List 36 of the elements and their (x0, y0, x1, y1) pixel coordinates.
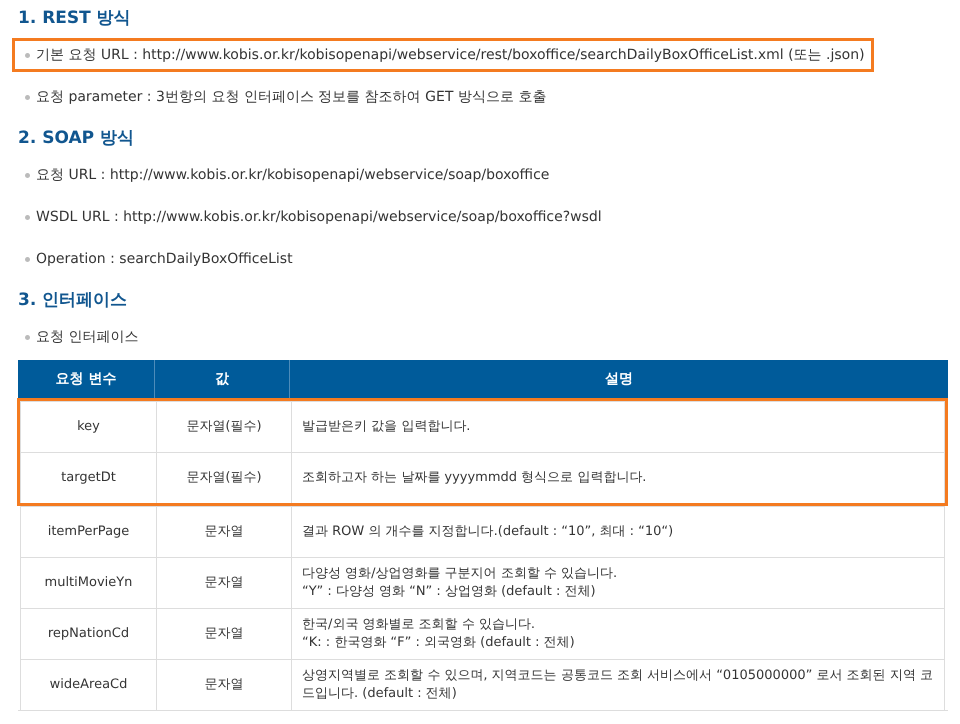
table-cell: multiMovieYn (20, 557, 157, 608)
table-cell: 발급받은키 값을 입력합니다. (292, 401, 945, 452)
bullet-text: WSDL URL : http://www.kobis.or.kr/kobisopenapi/webservice/soap/boxoffice?wsdl (36, 208, 602, 227)
table-cell: 문자열 (157, 506, 292, 557)
table-cell: 조회하고자 하는 날짜를 yyyymmdd 형식으로 입력합니다. (292, 452, 945, 503)
section-heading: 3. 인터페이스 (18, 289, 128, 312)
table-cell: 문자열 (157, 557, 292, 608)
table-cell: 문자열 (157, 659, 292, 710)
bullet-text: Operation : searchDailyBoxOfficeList (36, 250, 293, 269)
table-cell: 문자열 (157, 608, 292, 659)
bullet-icon (25, 256, 30, 262)
bullet-icon (25, 172, 30, 178)
column-header: 값 (155, 360, 290, 398)
table-cell: 한국/외국 영화별로 조회할 수 있습니다. “K: : 한국영화 “F” : 외국영화 (default : 전체) (292, 608, 945, 659)
bullet-text: 요청 parameter : 3번항의 요청 인터페이스 정보를 참조하여 GET 방식으로 호출 (36, 88, 546, 107)
table-cell: targetDt (20, 452, 157, 503)
column-header: 요청 변수 (18, 360, 155, 398)
bullet-text: 요청 인터페이스 (36, 328, 138, 347)
bullet-icon (25, 52, 30, 58)
bullet-text: 요청 URL : http://www.kobis.or.kr/kobisopenapi/webservice/soap/boxoffice (36, 166, 550, 185)
table-cell: key (20, 401, 157, 452)
table-cell: 문자열(필수) (157, 452, 292, 503)
bullet-text: 기본 요청 URL : http://www.kobis.or.kr/kobisopenapi/webservice/rest/boxoffice/searchDailyBoxOfficeList.xml (또는 .json) (36, 46, 865, 65)
table-cell: repNationCd (20, 608, 157, 659)
table-cell: 문자열(필수) (157, 401, 292, 452)
table-cell: itemPerPage (20, 506, 157, 557)
bullet-icon (25, 334, 30, 340)
section-heading: 2. SOAP 방식 (18, 127, 135, 150)
table-cell: wideAreaCd (20, 659, 157, 710)
section-heading: 1. REST 방식 (18, 7, 132, 30)
bullet-icon (25, 214, 30, 220)
table-cell: 상영지역별로 조회할 수 있으며, 지역코드는 공통코드 조회 서비스에서 “0105000000” 로서 조회된 지역 코드입니다. (default : 전체) (292, 659, 945, 710)
bullet-icon (25, 94, 30, 100)
table-cell: 결과 ROW 의 개수를 지정합니다.(default : “10”, 최대 : “10“) (292, 506, 945, 557)
column-header: 설명 (604, 370, 634, 389)
table-cell: 다양성 영화/상업영화를 구분지어 조회할 수 있습니다. “Y” : 다양성 영화 “N” : 상업영화 (default : 전체) (292, 557, 945, 608)
